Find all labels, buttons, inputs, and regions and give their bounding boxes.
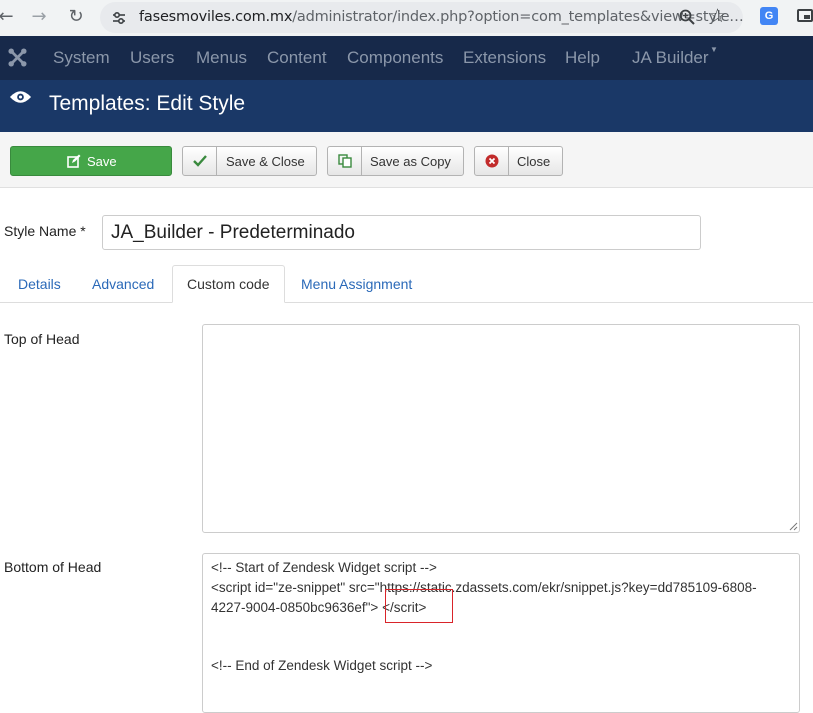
save-button[interactable]: Save bbox=[10, 146, 172, 176]
save-copy-icon-cell bbox=[328, 147, 362, 175]
code-line: <script id="ze-snippet" src="https://sta… bbox=[211, 580, 757, 595]
bookmark-star-icon[interactable]: ☆ bbox=[709, 5, 726, 27]
resize-handle-icon[interactable] bbox=[789, 522, 798, 531]
zoom-icon[interactable] bbox=[678, 8, 696, 26]
save-close-icon-cell bbox=[183, 147, 217, 175]
checkmark-icon bbox=[192, 155, 207, 167]
close-icon-cell bbox=[475, 147, 509, 175]
joomla-logo-icon[interactable] bbox=[7, 47, 28, 68]
top-of-head-label: Top of Head bbox=[4, 331, 80, 347]
google-translate-icon[interactable]: G bbox=[760, 7, 778, 25]
style-name-input[interactable]: JA_Builder - Predeterminado bbox=[102, 215, 701, 250]
error-highlight-box bbox=[385, 589, 453, 623]
eye-icon bbox=[9, 91, 32, 103]
bottom-of-head-textarea[interactable]: <!-- Start of Zendesk Widget script --> … bbox=[202, 553, 800, 713]
code-line: <!-- Start of Zendesk Widget script --> bbox=[211, 560, 437, 575]
menu-system[interactable]: System bbox=[53, 48, 110, 68]
save-copy-label: Save as Copy bbox=[370, 154, 451, 169]
admin-top-nav: System Users Menus Content Components Ex… bbox=[0, 36, 813, 80]
code-line: <!-- End of Zendesk Widget script --> bbox=[211, 658, 433, 673]
tab-custom-code[interactable]: Custom code bbox=[172, 265, 285, 303]
url-text[interactable]: fasesmoviles.com.mx/administrator/index.… bbox=[139, 9, 744, 25]
tabs-divider bbox=[0, 302, 813, 303]
chevron-down-icon: ▼ bbox=[710, 45, 718, 54]
save-close-label: Save & Close bbox=[226, 154, 305, 169]
menu-ja-builder[interactable]: JA Builder bbox=[632, 48, 709, 68]
url-path: /administrator/index.php?option=com_temp… bbox=[292, 9, 744, 25]
save-close-button[interactable]: Save & Close bbox=[182, 146, 317, 176]
url-host: fasesmoviles.com.mx bbox=[139, 9, 293, 25]
bottom-of-head-label: Bottom of Head bbox=[4, 559, 102, 575]
close-label: Close bbox=[517, 154, 551, 169]
menu-menus[interactable]: Menus bbox=[196, 48, 247, 68]
site-settings-icon[interactable] bbox=[110, 9, 128, 27]
save-as-copy-button[interactable]: Save as Copy bbox=[327, 146, 464, 176]
menu-extensions[interactable]: Extensions bbox=[463, 48, 546, 68]
tab-details[interactable]: Details bbox=[18, 276, 61, 292]
top-of-head-textarea[interactable] bbox=[202, 324, 800, 533]
menu-users[interactable]: Users bbox=[130, 48, 174, 68]
tab-menu-assignment[interactable]: Menu Assignment bbox=[301, 276, 412, 292]
page-title: Templates: Edit Style bbox=[49, 92, 246, 115]
close-icon bbox=[485, 154, 498, 168]
address-bar[interactable]: fasesmoviles.com.mx/administrator/index.… bbox=[100, 2, 744, 33]
edit-icon bbox=[67, 154, 81, 168]
action-toolbar: Save Save & Close Save as Copy Close bbox=[0, 132, 813, 188]
forward-arrow-icon[interactable]: → bbox=[27, 5, 51, 29]
close-button[interactable]: Close bbox=[474, 146, 563, 176]
back-arrow-icon[interactable]: ← bbox=[0, 5, 18, 29]
tab-advanced[interactable]: Advanced bbox=[92, 276, 154, 292]
page-header: Templates: Edit Style bbox=[0, 80, 813, 132]
menu-help[interactable]: Help bbox=[565, 48, 600, 68]
menu-components[interactable]: Components bbox=[347, 48, 443, 68]
save-label: Save bbox=[87, 154, 117, 169]
browser-toolbar: ← → ↻ fasesmoviles.com.mx/administrator/… bbox=[0, 0, 813, 36]
tab-custom-code-label: Custom code bbox=[187, 276, 270, 292]
menu-content[interactable]: Content bbox=[267, 48, 327, 68]
style-name-label: Style Name * bbox=[4, 223, 86, 239]
picture-in-picture-icon[interactable] bbox=[797, 9, 813, 22]
reload-icon[interactable]: ↻ bbox=[64, 5, 88, 29]
copy-icon bbox=[337, 154, 352, 168]
